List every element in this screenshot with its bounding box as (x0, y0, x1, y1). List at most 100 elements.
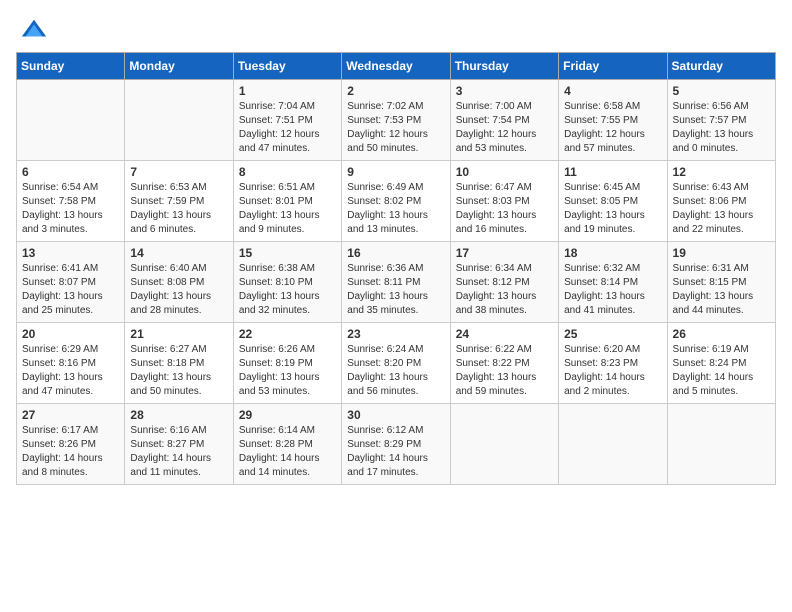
day-info: Sunrise: 7:04 AM Sunset: 7:51 PM Dayligh… (239, 100, 336, 156)
day-number: 9 (347, 165, 444, 179)
calendar-week-row: 20 Sunrise: 6:29 AM Sunset: 8:16 PM Dayli… (17, 323, 776, 404)
day-number: 25 (564, 327, 661, 341)
calendar-cell: 4Sunrise: 6:58 AM Sunset: 7:55 PM Daylig… (559, 80, 667, 161)
day-info: Sunrise: 6:51 AM Sunset: 8:01 PM Dayligh… (239, 181, 336, 237)
day-info: Sunrise: 6:38 AM Sunset: 8:10 PM Dayligh… (239, 262, 336, 318)
day-info: Sunrise: 6:40 AM Sunset: 8:08 PM Dayligh… (130, 262, 227, 318)
calendar-cell: 14 Sunrise: 6:40 AM Sunset: 8:08 PM Dayli… (125, 242, 233, 323)
day-number: 19 (673, 246, 770, 260)
calendar-cell: 12Sunrise: 6:43 AM Sunset: 8:06 PM Dayli… (667, 161, 775, 242)
day-info: Sunrise: 6:19 AM Sunset: 8:24 PM Dayligh… (673, 343, 770, 399)
day-number: 5 (673, 84, 770, 98)
calendar-cell: 24 Sunrise: 6:22 AM Sunset: 8:22 PM Dayli… (450, 323, 558, 404)
day-number: 22 (239, 327, 336, 341)
day-number: 7 (130, 165, 227, 179)
weekday-header-cell: Wednesday (342, 53, 450, 80)
day-number: 20 (22, 327, 119, 341)
day-number: 18 (564, 246, 661, 260)
calendar-cell: 15 Sunrise: 6:38 AM Sunset: 8:10 PM Dayli… (233, 242, 341, 323)
calendar-cell: 22 Sunrise: 6:26 AM Sunset: 8:19 PM Dayli… (233, 323, 341, 404)
day-info: Sunrise: 6:31 AM Sunset: 8:15 PM Dayligh… (673, 262, 770, 318)
calendar-week-row: 27Sunrise: 6:17 AM Sunset: 8:26 PM Dayli… (17, 404, 776, 485)
day-info: Sunrise: 7:02 AM Sunset: 7:53 PM Dayligh… (347, 100, 444, 156)
calendar-cell: 21 Sunrise: 6:27 AM Sunset: 8:18 PM Dayli… (125, 323, 233, 404)
day-number: 12 (673, 165, 770, 179)
day-number: 8 (239, 165, 336, 179)
day-number: 23 (347, 327, 444, 341)
calendar-cell: 25 Sunrise: 6:20 AM Sunset: 8:23 PM Dayli… (559, 323, 667, 404)
day-number: 1 (239, 84, 336, 98)
day-info: Sunrise: 6:12 AM Sunset: 8:29 PM Dayligh… (347, 424, 444, 480)
calendar-cell: 2 Sunrise: 7:02 AM Sunset: 7:53 PM Daylig… (342, 80, 450, 161)
calendar-cell: 5 Sunrise: 6:56 AM Sunset: 7:57 PM Daylig… (667, 80, 775, 161)
day-info: Sunrise: 6:45 AM Sunset: 8:05 PM Dayligh… (564, 181, 661, 237)
calendar-cell: 17Sunrise: 6:34 AM Sunset: 8:12 PM Dayli… (450, 242, 558, 323)
day-info: Sunrise: 6:26 AM Sunset: 8:19 PM Dayligh… (239, 343, 336, 399)
day-info: Sunrise: 6:56 AM Sunset: 7:57 PM Dayligh… (673, 100, 770, 156)
day-info: Sunrise: 6:22 AM Sunset: 8:22 PM Dayligh… (456, 343, 553, 399)
calendar-cell: 18 Sunrise: 6:32 AM Sunset: 8:14 PM Dayli… (559, 242, 667, 323)
calendar-cell (667, 404, 775, 485)
weekday-header-cell: Monday (125, 53, 233, 80)
day-info: Sunrise: 6:47 AM Sunset: 8:03 PM Dayligh… (456, 181, 553, 237)
calendar-cell: 19 Sunrise: 6:31 AM Sunset: 8:15 PM Dayli… (667, 242, 775, 323)
day-number: 13 (22, 246, 119, 260)
calendar-cell: 30Sunrise: 6:12 AM Sunset: 8:29 PM Dayli… (342, 404, 450, 485)
calendar-cell: 28Sunrise: 6:16 AM Sunset: 8:27 PM Dayli… (125, 404, 233, 485)
day-info: Sunrise: 6:53 AM Sunset: 7:59 PM Dayligh… (130, 181, 227, 237)
day-info: Sunrise: 6:54 AM Sunset: 7:58 PM Dayligh… (22, 181, 119, 237)
calendar-cell: 27Sunrise: 6:17 AM Sunset: 8:26 PM Dayli… (17, 404, 125, 485)
calendar-cell: 20 Sunrise: 6:29 AM Sunset: 8:16 PM Dayli… (17, 323, 125, 404)
weekday-header-cell: Tuesday (233, 53, 341, 80)
calendar-cell (17, 80, 125, 161)
day-info: Sunrise: 6:32 AM Sunset: 8:14 PM Dayligh… (564, 262, 661, 318)
calendar-cell (125, 80, 233, 161)
logo (16, 16, 48, 40)
calendar-cell: 26 Sunrise: 6:19 AM Sunset: 8:24 PM Dayli… (667, 323, 775, 404)
weekday-header-cell: Friday (559, 53, 667, 80)
calendar-cell: 16 Sunrise: 6:36 AM Sunset: 8:11 PM Dayli… (342, 242, 450, 323)
calendar-cell: 6 Sunrise: 6:54 AM Sunset: 7:58 PM Daylig… (17, 161, 125, 242)
calendar-cell: 7 Sunrise: 6:53 AM Sunset: 7:59 PM Daylig… (125, 161, 233, 242)
day-info: Sunrise: 6:24 AM Sunset: 8:20 PM Dayligh… (347, 343, 444, 399)
calendar-week-row: 1 Sunrise: 7:04 AM Sunset: 7:51 PM Daylig… (17, 80, 776, 161)
day-info: Sunrise: 6:29 AM Sunset: 8:16 PM Dayligh… (22, 343, 119, 399)
day-info: Sunrise: 6:58 AM Sunset: 7:55 PM Dayligh… (564, 100, 661, 156)
weekday-header-row: SundayMondayTuesdayWednesdayThursdayFrid… (17, 53, 776, 80)
day-number: 24 (456, 327, 553, 341)
day-number: 16 (347, 246, 444, 260)
calendar-body: 1 Sunrise: 7:04 AM Sunset: 7:51 PM Daylig… (17, 80, 776, 485)
day-number: 15 (239, 246, 336, 260)
calendar-week-row: 6 Sunrise: 6:54 AM Sunset: 7:58 PM Daylig… (17, 161, 776, 242)
calendar-cell: 9 Sunrise: 6:49 AM Sunset: 8:02 PM Daylig… (342, 161, 450, 242)
logo-icon (20, 16, 48, 44)
day-number: 3 (456, 84, 553, 98)
day-number: 17 (456, 246, 553, 260)
calendar-cell: 13Sunrise: 6:41 AM Sunset: 8:07 PM Dayli… (17, 242, 125, 323)
calendar-cell: 23 Sunrise: 6:24 AM Sunset: 8:20 PM Dayli… (342, 323, 450, 404)
calendar-cell: 10 Sunrise: 6:47 AM Sunset: 8:03 PM Dayli… (450, 161, 558, 242)
day-number: 21 (130, 327, 227, 341)
calendar-cell: 3 Sunrise: 7:00 AM Sunset: 7:54 PM Daylig… (450, 80, 558, 161)
calendar-cell: 1 Sunrise: 7:04 AM Sunset: 7:51 PM Daylig… (233, 80, 341, 161)
weekday-header-cell: Thursday (450, 53, 558, 80)
page-header (16, 16, 776, 40)
weekday-header-cell: Saturday (667, 53, 775, 80)
day-number: 6 (22, 165, 119, 179)
day-info: Sunrise: 7:00 AM Sunset: 7:54 PM Dayligh… (456, 100, 553, 156)
calendar-table: SundayMondayTuesdayWednesdayThursdayFrid… (16, 52, 776, 485)
calendar-cell (450, 404, 558, 485)
day-info: Sunrise: 6:20 AM Sunset: 8:23 PM Dayligh… (564, 343, 661, 399)
day-info: Sunrise: 6:27 AM Sunset: 8:18 PM Dayligh… (130, 343, 227, 399)
day-number: 11 (564, 165, 661, 179)
day-number: 10 (456, 165, 553, 179)
day-info: Sunrise: 6:14 AM Sunset: 8:28 PM Dayligh… (239, 424, 336, 480)
day-number: 28 (130, 408, 227, 422)
day-number: 27 (22, 408, 119, 422)
day-info: Sunrise: 6:36 AM Sunset: 8:11 PM Dayligh… (347, 262, 444, 318)
day-info: Sunrise: 6:49 AM Sunset: 8:02 PM Dayligh… (347, 181, 444, 237)
day-number: 14 (130, 246, 227, 260)
day-number: 26 (673, 327, 770, 341)
weekday-header-cell: Sunday (17, 53, 125, 80)
day-number: 2 (347, 84, 444, 98)
